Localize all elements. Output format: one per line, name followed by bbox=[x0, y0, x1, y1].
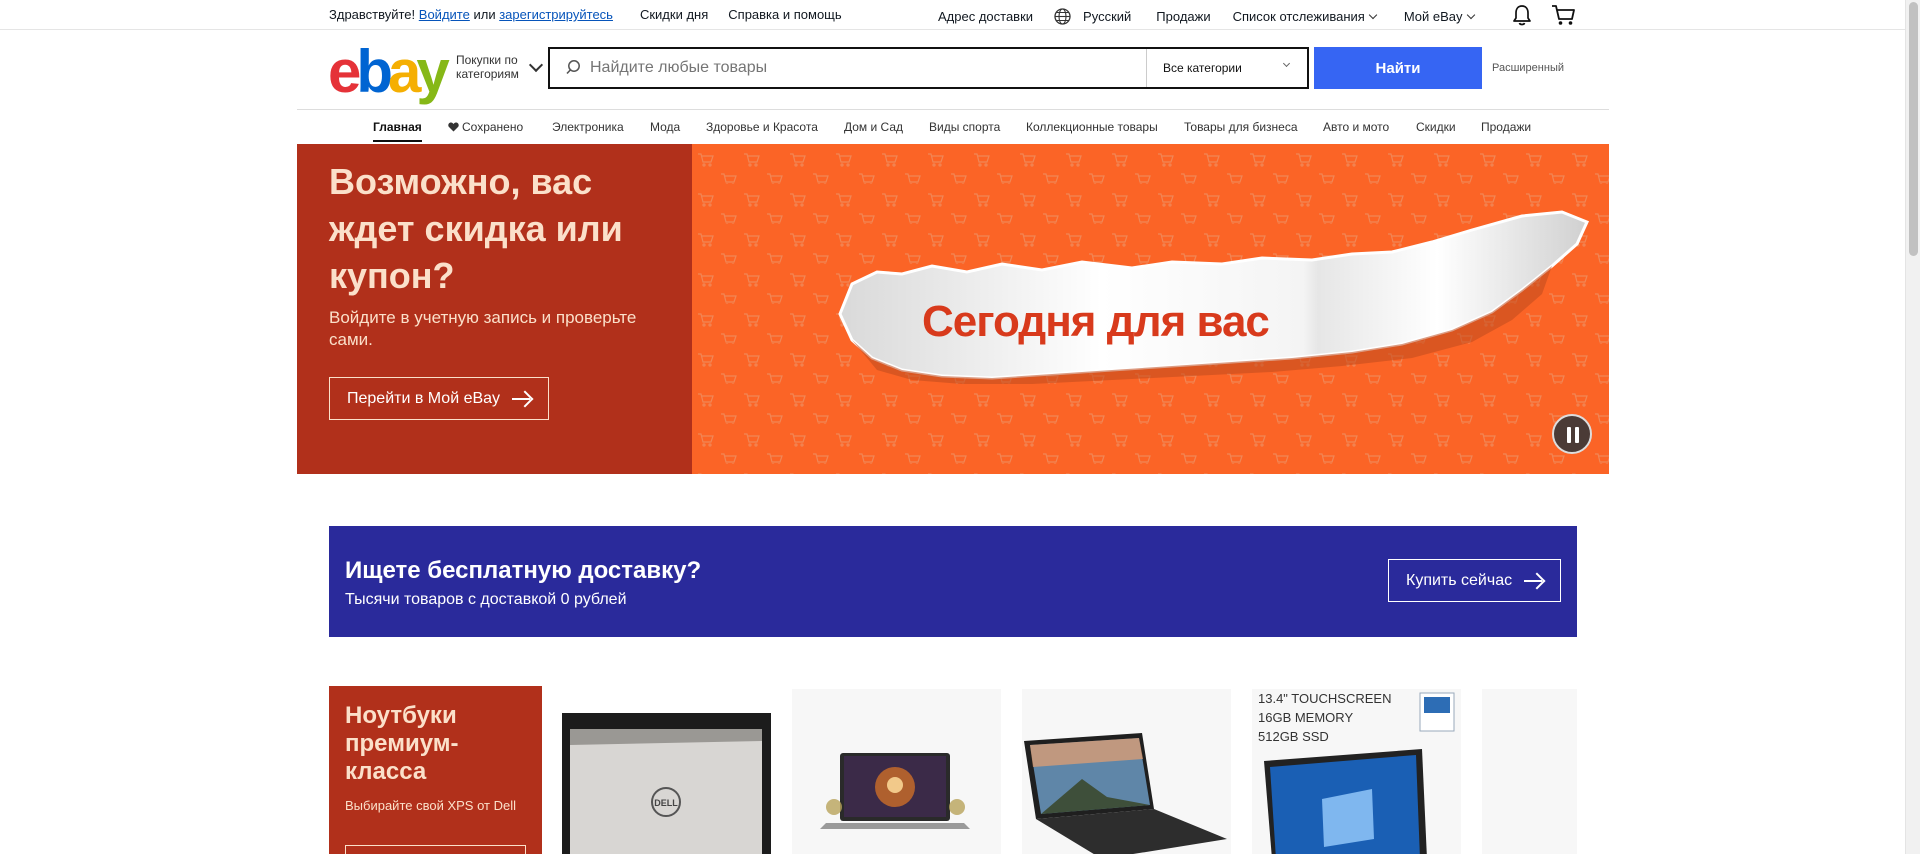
product-tile[interactable]: 13.4" TOUCHSCREEN 16GB MEMORY 512GB SSD bbox=[1252, 689, 1461, 854]
category-selected-label: Все категории bbox=[1163, 61, 1242, 75]
hero-banner-image[interactable]: Сегодня для вас bbox=[692, 144, 1609, 474]
chevron-down-icon[interactable] bbox=[528, 57, 544, 73]
free-shipping-banner[interactable]: Ищете бесплатную доставку? Тысячи товаро… bbox=[329, 526, 1577, 637]
bell-icon bbox=[1512, 5, 1531, 26]
product-tile[interactable]: DELL bbox=[562, 689, 771, 854]
ebay-logo[interactable]: ebay bbox=[328, 42, 450, 102]
my-ebay-dropdown[interactable]: Мой eBay bbox=[1403, 9, 1475, 24]
sell-link[interactable]: Продажи bbox=[1156, 9, 1210, 24]
nav-item-fashion[interactable]: Мода bbox=[650, 120, 680, 134]
hero-title: Возможно, вас ждет скидка или купон? bbox=[329, 161, 623, 296]
category-select[interactable]: Все категории bbox=[1146, 49, 1307, 87]
cart-icon bbox=[1551, 5, 1575, 25]
product-tile[interactable] bbox=[792, 689, 1001, 854]
laptops-title: Ноутбуки премиум-класса bbox=[345, 702, 459, 785]
spec-text: 13.4" TOUCHSCREEN bbox=[1258, 691, 1391, 706]
hero-banner-text: Сегодня для вас bbox=[922, 297, 1270, 346]
signin-link[interactable]: Войдите bbox=[419, 7, 470, 22]
laptops-promo-card[interactable]: Ноутбуки премиум-класса Выбирайте свой X… bbox=[329, 686, 542, 854]
nav-item-home[interactable]: Главная bbox=[373, 120, 422, 142]
daily-deals-link[interactable]: Скидки дня bbox=[640, 7, 708, 22]
notifications-button[interactable] bbox=[1511, 4, 1533, 26]
shop-by-category-line2: категориям bbox=[456, 67, 519, 81]
laptops-cta-button[interactable] bbox=[345, 845, 526, 854]
laptops-subtitle: Выбирайте свой XPS от Dell bbox=[345, 798, 516, 813]
hero-subtitle: Войдите в учетную запись и проверьте сам… bbox=[329, 308, 637, 349]
language-label: Русский bbox=[1083, 9, 1132, 24]
top-bar: Здравствуйте! Войдите или зарегистрируйт… bbox=[0, 0, 1905, 30]
shop-by-category-button[interactable]: Покупки по категориям bbox=[456, 53, 519, 81]
ship-to-button[interactable]: Адрес доставки bbox=[938, 9, 1033, 24]
search-input[interactable] bbox=[590, 50, 1146, 86]
watchlist-dropdown[interactable]: Список отслеживания bbox=[1232, 9, 1378, 24]
category-nav: Главная Сохранено Электроника Мода Здоро… bbox=[297, 109, 1609, 144]
nav-item-electronics[interactable]: Электроника bbox=[552, 120, 624, 134]
nav-item-collectibles[interactable]: Коллекционные товары bbox=[1026, 120, 1158, 134]
spec-text: 512GB SSD bbox=[1258, 729, 1329, 744]
premium-laptops-section: Ноутбуки премиум-класса Выбирайте свой X… bbox=[329, 686, 1577, 854]
chevron-down-icon bbox=[1466, 10, 1475, 19]
pause-carousel-button[interactable] bbox=[1552, 414, 1592, 454]
logo-letter: y bbox=[416, 38, 449, 105]
cart-button[interactable] bbox=[1551, 4, 1576, 26]
promo-title: Ищете бесплатную доставку? bbox=[345, 557, 702, 584]
laptop-image: 13.4" TOUCHSCREEN 16GB MEMORY 512GB SSD bbox=[1252, 689, 1461, 854]
shop-now-label: Купить сейчас bbox=[1406, 571, 1513, 589]
search-bar: Все категории bbox=[548, 47, 1309, 89]
help-link[interactable]: Справка и помощь bbox=[728, 7, 841, 22]
greeting-text: Здравствуйте! bbox=[329, 7, 416, 22]
dell-logo-text: DELL bbox=[654, 798, 678, 808]
nav-item-home-garden[interactable]: Дом и Сад bbox=[844, 120, 903, 134]
go-to-my-ebay-button[interactable]: Перейти в Мой eBay bbox=[329, 377, 549, 420]
nav-item-health-beauty[interactable]: Здоровье и Красота bbox=[706, 120, 818, 134]
logo-letter: a bbox=[388, 38, 421, 105]
shop-now-button[interactable]: Купить сейчас bbox=[1388, 559, 1561, 602]
nav-item-motors[interactable]: Авто и мото bbox=[1323, 120, 1389, 134]
nav-item-sports[interactable]: Виды спорта bbox=[929, 120, 1000, 134]
arrow-right-icon bbox=[1524, 574, 1544, 588]
promo-subtitle: Тысячи товаров с доставкой 0 рублей bbox=[345, 591, 627, 608]
spec-text: 16GB MEMORY bbox=[1258, 710, 1353, 725]
globe-icon bbox=[1054, 8, 1071, 25]
nav-item-business[interactable]: Товары для бизнеса bbox=[1184, 120, 1298, 134]
hero-button-label: Перейти в Мой eBay bbox=[347, 389, 501, 407]
hero-text-panel: Возможно, вас ждет скидка или купон? Вой… bbox=[297, 144, 692, 474]
or-text: или bbox=[473, 7, 496, 22]
logo-letter: e bbox=[328, 38, 361, 105]
heart-icon bbox=[448, 122, 459, 132]
chevron-down-icon bbox=[1368, 10, 1378, 19]
product-tile[interactable] bbox=[1482, 689, 1577, 854]
nav-item-label: Сохранено bbox=[462, 120, 524, 134]
nav-item-selling[interactable]: Продажи bbox=[1481, 120, 1531, 134]
advanced-search-link[interactable]: Расширенный bbox=[1492, 62, 1564, 74]
hero-carousel: Возможно, вас ждет скидка или купон? Вой… bbox=[297, 144, 1609, 474]
laptop-image: DELL bbox=[562, 689, 771, 854]
watchlist-label: Список отслеживания bbox=[1232, 9, 1365, 24]
search-icon bbox=[550, 49, 590, 87]
scrollbar-thumb[interactable] bbox=[1909, 2, 1918, 256]
language-selector[interactable]: Русский bbox=[1054, 8, 1131, 25]
product-tile[interactable] bbox=[1022, 689, 1231, 854]
nav-item-deals[interactable]: Скидки bbox=[1416, 120, 1456, 134]
chevron-down-icon bbox=[1282, 59, 1291, 68]
page-scrollbar[interactable] bbox=[1905, 0, 1920, 854]
arrow-right-icon bbox=[512, 392, 532, 406]
laptop-image bbox=[792, 689, 1001, 854]
search-button[interactable]: Найти bbox=[1314, 47, 1482, 89]
greeting-area: Здравствуйте! Войдите или зарегистрируйт… bbox=[329, 7, 842, 22]
register-link[interactable]: зарегистрируйтесь bbox=[499, 7, 613, 22]
laptop-image bbox=[1022, 689, 1231, 854]
shop-by-category-line1: Покупки по bbox=[456, 53, 518, 67]
nav-item-saved[interactable]: Сохранено bbox=[448, 120, 523, 134]
logo-letter: b bbox=[356, 38, 393, 105]
my-ebay-label: Мой eBay bbox=[1403, 9, 1463, 24]
topbar-right: Адрес доставки Русский Продажи Список от… bbox=[938, 4, 1576, 26]
